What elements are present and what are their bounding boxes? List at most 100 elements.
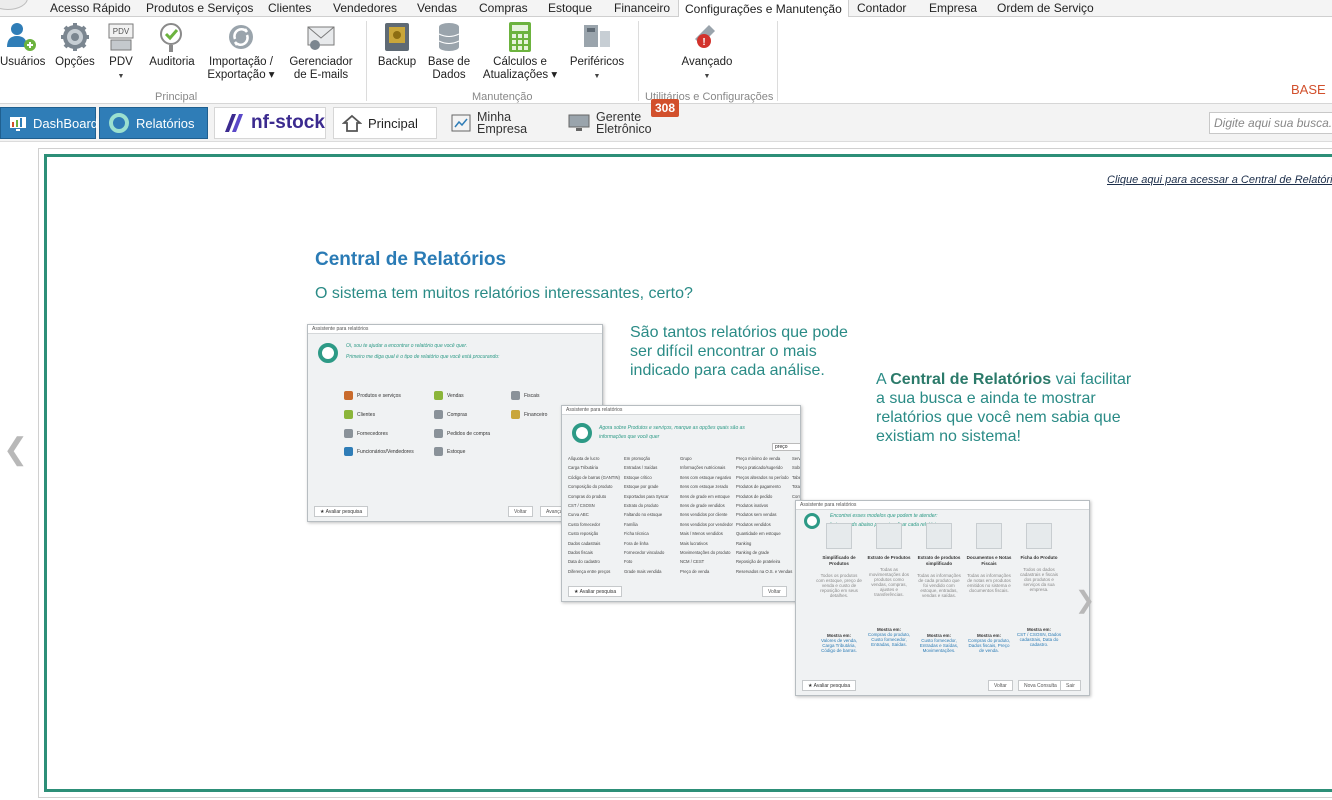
shot2-option-item: Carga Tributária — [568, 465, 599, 471]
shot3-report-card: Ficha do Produto Todos os dados cadastrai… — [1016, 523, 1062, 647]
shot2-option-item: Extrato do produto — [624, 503, 659, 508]
shot2-option-item: Curva ABC — [568, 512, 589, 518]
relatorios-button[interactable]: Relatórios — [99, 107, 208, 139]
shot3-card-title: Extrato de Produtos — [867, 555, 911, 560]
avancado-button[interactable]: ! Avançado ▼ — [678, 21, 736, 83]
dashboard-label: DashBoard — [33, 115, 99, 131]
app-orb-button[interactable] — [0, 0, 28, 10]
shot2-option-item: Produtos de pedido — [736, 493, 773, 499]
shot2-title: Assistente para relatórios — [562, 406, 800, 415]
shot2-option-item: Em promoção — [624, 456, 651, 461]
next-slide-chevron-icon[interactable]: ❯ — [1075, 586, 1095, 615]
dashboard-button[interactable]: DashBoard — [0, 107, 99, 139]
preview-screenshot-1: Assistente para relatórios Oi, sou te aj… — [307, 324, 603, 522]
calculos-atualizacoes-button[interactable]: Cálculos e Atualizações ▾ — [480, 21, 560, 82]
perifericos-button[interactable]: Periféricos ▼ — [568, 21, 626, 83]
shot1-foot-label: Avaliar pesquisa — [325, 509, 363, 515]
gerenciador-emails-button[interactable]: Gerenciador de E-mails — [284, 21, 358, 82]
minha-empresa-button[interactable]: Minha Empresa — [443, 107, 553, 139]
tab-vendas[interactable]: Vendas — [417, 1, 457, 15]
ribbon-group-divider — [777, 21, 778, 101]
shot3-question-1: Encontrei esses modelos que podem te ate… — [830, 513, 938, 519]
relatorios-label: Relatórios — [136, 115, 195, 131]
prev-slide-chevron-icon[interactable]: ❮ — [3, 432, 28, 467]
tab-ordem-servico[interactable]: Ordem de Serviço — [997, 1, 1094, 15]
importacao-exportacao-button[interactable]: Importação / Exportação ▾ — [205, 21, 277, 82]
description-text-2: A Central de Relatórios vai facilitar a … — [876, 370, 1136, 446]
nfstock-logo-icon — [223, 112, 245, 134]
tab-clientes[interactable]: Clientes — [268, 1, 311, 15]
users-icon — [0, 21, 42, 53]
shot1-option-label: Compras — [447, 411, 468, 418]
nfstock-label: nf-stock — [251, 112, 325, 133]
shot3-report-card: Extrato de Produtos Todas as movimentaçõe… — [866, 523, 912, 647]
shot3-card-image-icon — [876, 523, 902, 549]
shot2-option-item: Mais / Menos vendidos — [680, 531, 723, 537]
shot2-ring-icon — [572, 423, 592, 443]
shot1-option: Compras — [434, 410, 467, 419]
gerenciador-label: Gerenciador — [289, 56, 353, 68]
shot2-option-item: CST / CSOSN — [568, 503, 595, 508]
shot2-option-item: Produtos vendidos — [736, 521, 771, 527]
tab-estoque[interactable]: Estoque — [548, 1, 592, 15]
tab-configuracoes-manutencao[interactable]: Configurações e Manutenção — [678, 0, 849, 18]
page-subtitle: O sistema tem muitos relatórios interess… — [315, 285, 693, 302]
shot3-card-description: Todas as informações de notas em produto… — [967, 573, 1011, 593]
shot3-card-description: Todos os dados cadastrais e fiscais dos … — [1019, 567, 1058, 592]
pdv-button[interactable]: PDV PDV ▼ — [104, 21, 138, 83]
shot1-option-label: Vendas — [447, 392, 464, 399]
shot1-option: Produtos e serviços — [344, 391, 401, 400]
shot2-option-item: Itens vendidos por vendedor — [680, 521, 733, 527]
tab-empresa[interactable]: Empresa — [929, 1, 977, 15]
atualizacoes-text: Atualizações — [482, 69, 549, 81]
tab-financeiro[interactable]: Financeiro — [614, 1, 670, 15]
svg-text:!: ! — [702, 37, 705, 48]
central-relatorios-link[interactable]: Clique aqui para acessar a Central de Re… — [1107, 174, 1332, 186]
shot1-title: Assistente para relatórios — [308, 325, 602, 334]
shot3-card-links: Valores de venda, Carga Tributária, Códi… — [821, 638, 857, 653]
tab-produtos-servicos[interactable]: Produtos e Serviços — [146, 1, 253, 15]
shot2-option-item: Código de barras (GANTIN) — [568, 474, 620, 480]
perifericos-label: Periféricos — [569, 56, 625, 68]
description-text-1: São tantos relatórios que pode ser difíc… — [630, 324, 848, 379]
shot2-option-item: Grupo — [680, 456, 692, 461]
shot3-card-image-icon — [976, 523, 1002, 549]
shot1-option-label: Estoque — [447, 448, 466, 455]
shot1-option: Pedidos de compra — [434, 429, 490, 438]
pdv-dropdown-arrow: ▼ — [117, 73, 125, 80]
page-title: Central de Relatórios — [315, 249, 507, 270]
shot2-option-item: Diferença entre preços — [568, 568, 611, 574]
shot2-option-item: Total por Grupo — [792, 484, 801, 490]
tab-contador[interactable]: Contador — [857, 1, 906, 15]
shot2-option-item: Informações nutricionais — [680, 465, 726, 471]
search-input[interactable] — [1209, 112, 1332, 134]
tab-compras[interactable]: Compras — [479, 1, 528, 15]
pdv-register-icon: PDV — [104, 21, 138, 53]
nfstock-button[interactable]: nf-stock — [214, 107, 326, 139]
tab-acesso-rapido[interactable]: Acesso Rápido — [50, 1, 131, 15]
auditoria-button[interactable]: Auditoria — [148, 21, 196, 69]
peripherals-icon — [568, 21, 626, 53]
principal-tab-button[interactable]: Principal — [333, 107, 437, 139]
usuarios-label: Usuários — [0, 56, 46, 68]
tab-vendedores[interactable]: Vendedores — [333, 1, 397, 15]
backup-button[interactable]: Backup — [376, 21, 418, 69]
opcoes-button[interactable]: Opções — [54, 21, 96, 69]
notification-badge[interactable]: 308 — [651, 99, 679, 117]
base-dados-button[interactable]: Base de Dados — [426, 21, 472, 82]
shot2-option-item: Dados cadastrais — [568, 540, 601, 546]
shot2-option-item: Dados fiscais — [568, 550, 593, 555]
shot2-question-2: informações que você quer — [599, 434, 660, 440]
shot2-option-item: Produtos sem vendas — [736, 512, 777, 518]
shot3-card-title: Documentos e Notas Fiscais — [966, 555, 1012, 566]
shot2-option-item: Preço mínimo de venda — [736, 456, 781, 461]
shot3-card-links: Compras do produto, Custo fornecedor, En… — [867, 632, 911, 647]
shot2-option-item: Serviços — [792, 456, 801, 461]
shot2-option-item: Ficha técnica — [624, 531, 649, 537]
shot2-option-item: Família — [624, 521, 638, 527]
usuarios-button[interactable]: Usuários — [0, 21, 46, 69]
shot2-foot-label: Avaliar pesquisa — [579, 589, 617, 595]
shot2-option-item: Faltando no estoque — [624, 512, 663, 518]
shot2-option-item: Preços alterados no período — [736, 474, 789, 480]
shot2-option-item: Itens com estoque zerado — [680, 484, 729, 490]
